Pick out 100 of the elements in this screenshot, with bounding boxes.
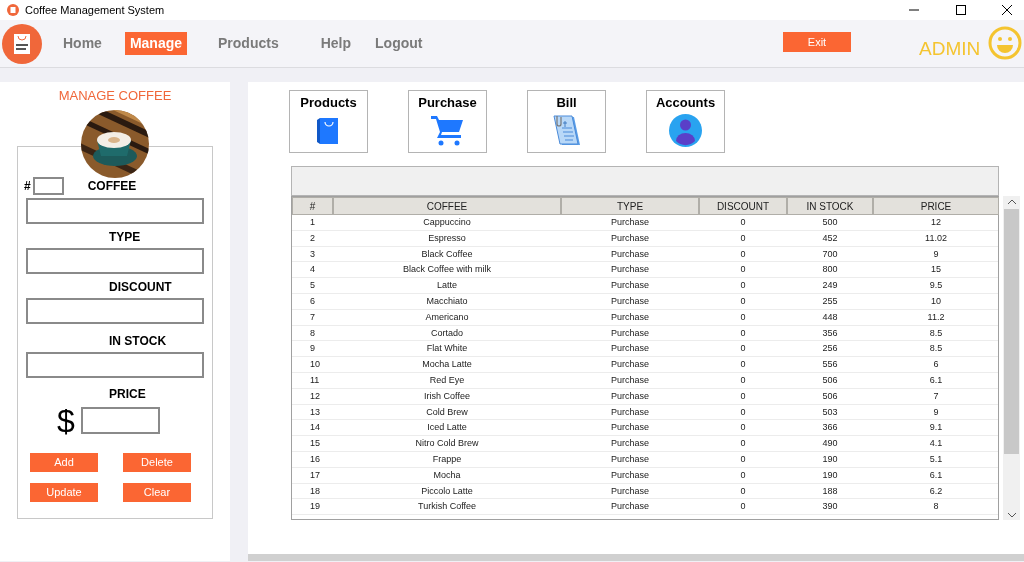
table-cell-text: 5 (309, 279, 316, 293)
account-icon (669, 114, 702, 147)
column-header[interactable]: TYPE (561, 197, 699, 215)
column-header[interactable]: DISCOUNT (699, 197, 787, 215)
table-cell-text: Purchase (610, 437, 650, 451)
table-cell-text: Purchase (610, 373, 650, 387)
table-cell-text: 11 (309, 373, 321, 387)
table-cell-text: 0 (739, 468, 747, 482)
table-cell-text: 0 (739, 421, 747, 435)
table-cell-text: Nitro Cold Brew (414, 437, 480, 451)
table-cell-text: Purchase (610, 389, 650, 403)
input-field[interactable] (26, 247, 204, 274)
input-field[interactable] (26, 297, 204, 324)
table-cell-text: 16 (309, 452, 321, 466)
column-header[interactable]: IN STOCK (787, 197, 873, 215)
nav-tile[interactable]: Accounts (646, 90, 725, 153)
table-cell-text: Purchase (610, 358, 650, 372)
nav-tile[interactable]: Products (289, 90, 368, 153)
table-cell-text: 255 (821, 295, 839, 308)
table-cell-text: 0 (739, 279, 747, 293)
table-cell-text: 9.1 (928, 421, 944, 435)
table-cell-text: 0 (739, 358, 747, 372)
column-header[interactable]: # (292, 197, 333, 215)
table-cell-text: Latte (436, 279, 458, 293)
table-cell-text: 4 (309, 263, 316, 277)
table-cell-text: 11.02 (924, 231, 948, 245)
column-header[interactable]: COFFEE (333, 197, 561, 215)
table-cell-text: Americano (424, 310, 470, 324)
scroll-up-icon[interactable] (1007, 198, 1016, 204)
table-cell-text: 6 (309, 295, 316, 308)
table-cell-text: Macchiato (425, 295, 469, 308)
nav-tab[interactable]: Logout (370, 32, 428, 55)
nav-tab[interactable]: Help (315, 32, 357, 55)
table-cell-text: Purchase (610, 421, 650, 435)
table-cell-text: 366 (821, 421, 839, 435)
table-cell-text: 12 (309, 389, 321, 403)
table-cell-text: Purchase (610, 342, 650, 356)
table-cell-text: 503 (821, 405, 839, 419)
scroll-down-icon[interactable] (1007, 513, 1016, 518)
close-icon[interactable] (1002, 5, 1012, 15)
table-cell-text: 0 (739, 310, 747, 324)
table-cell-text: 10 (930, 295, 942, 308)
table-cell-text: Purchase (610, 295, 650, 308)
nav-tab[interactable]: Products (213, 32, 284, 55)
table-cell-text: 390 (821, 500, 839, 514)
field-label: DISCOUNT (109, 278, 172, 296)
nav-tab[interactable]: Home (58, 32, 107, 55)
field-label: COFFEE (87, 177, 137, 195)
table-cell-text: Purchase (610, 247, 650, 261)
input-field[interactable] (26, 197, 204, 224)
input-field[interactable] (26, 351, 204, 378)
table-cell-text: 0 (739, 231, 747, 245)
table-cell-text: 0 (739, 437, 747, 451)
table-cell-text: Purchase (610, 216, 650, 229)
user-label: ADMIN (919, 37, 981, 61)
nav-tile[interactable]: Purchase (408, 90, 487, 153)
table-cell-text: 4.1 (928, 437, 944, 451)
table-cell-text: Purchase (610, 310, 650, 324)
table-cell-text: Purchase (610, 263, 650, 277)
table-cell-text: Purchase (610, 405, 650, 419)
scrollbar-thumb[interactable] (1004, 209, 1019, 454)
table-cell-text: Purchase (610, 452, 650, 466)
table-cell-text: 700 (821, 247, 839, 261)
smiley-icon (988, 26, 1022, 60)
input-field[interactable] (80, 407, 160, 434)
table-cell-text: 0 (739, 342, 747, 356)
table-cell-text: 0 (739, 405, 747, 419)
field-label: IN STOCK (109, 332, 167, 350)
input-field[interactable] (32, 176, 64, 195)
table-cell-text: Purchase (610, 468, 650, 482)
cart-icon (430, 114, 465, 146)
table-cell-text: Frappe (431, 452, 463, 466)
table-cell-text: 3 (309, 247, 316, 261)
table-cell-text: 9 (932, 247, 940, 261)
table-cell-text: Espresso (427, 231, 467, 245)
table-cell-text: 6 (932, 358, 940, 372)
table-cell-text: 6.2 (928, 484, 944, 498)
maximize-icon[interactable] (956, 5, 966, 15)
form-title: MANAGE COFFEE (58, 87, 172, 105)
table-cell-text: 0 (739, 295, 747, 308)
document-icon (551, 114, 582, 148)
scrollbar[interactable] (1003, 196, 1020, 520)
table-cell-text: Red Eye (428, 373, 466, 387)
id-label: # (24, 177, 31, 195)
table-cell-text: 448 (821, 310, 839, 324)
table-cell-text: Mocha Latte (421, 358, 473, 372)
table-cell-text: 14 (309, 421, 321, 435)
table-cell-text: 6.1 (928, 373, 944, 387)
table-cell-text: 8.5 (928, 326, 944, 340)
nav-tile[interactable]: Bill (527, 90, 606, 153)
column-header[interactable]: PRICE (873, 197, 999, 215)
table-cell-text: Iced Latte (426, 421, 468, 435)
table-cell-text: Black Coffee with milk (402, 263, 492, 277)
horizontal-scrollbar[interactable] (248, 554, 1024, 561)
table-cell-text: 7 (309, 310, 316, 324)
table-cell-text: 10 (309, 358, 321, 372)
table-cell-text: Mocha (432, 468, 462, 482)
table-cell-text: 18 (309, 484, 321, 498)
table-cell-text: 1 (309, 216, 316, 229)
table-cell-text: 8.5 (928, 342, 944, 356)
